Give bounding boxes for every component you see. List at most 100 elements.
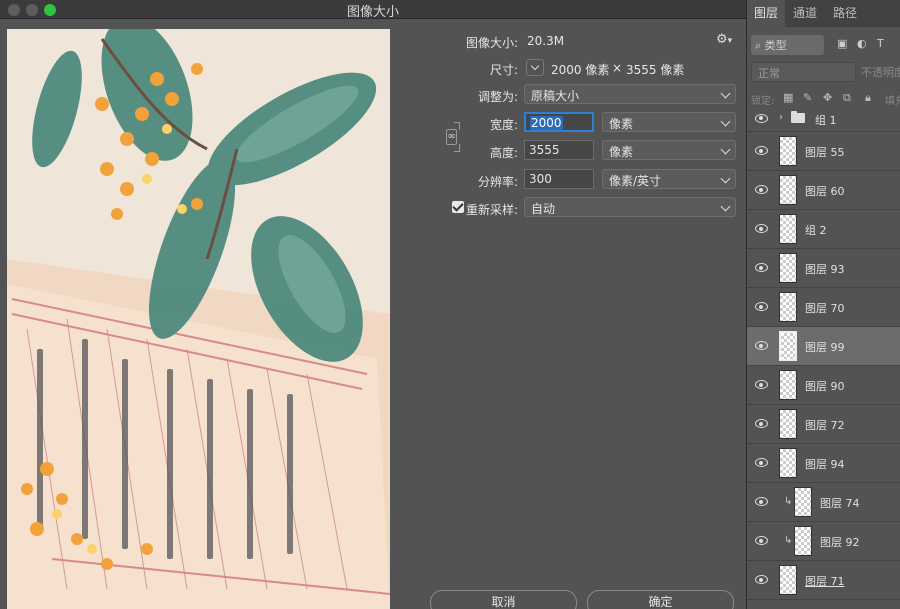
chevron-down-icon [720, 144, 731, 155]
chevron-down-icon [720, 116, 731, 127]
visibility-eye-icon[interactable] [755, 458, 768, 467]
photoshop-window: 图像大小 图像大小: 20.3M ⚙▾ 尺寸: 2000 像素 × 3555 像… [0, 0, 900, 609]
layer-thumbnail [779, 565, 797, 595]
blend-mode-select[interactable]: 正常 [751, 62, 856, 82]
clipping-mask-icon: ↳ [784, 535, 793, 546]
visibility-eye-icon[interactable] [755, 146, 768, 155]
layer-row[interactable]: 图层 94 [747, 444, 900, 483]
tab-channels[interactable]: 通道 [785, 0, 825, 27]
layer-name: 图层 99 [805, 341, 845, 354]
layer-name: 图层 94 [805, 458, 845, 471]
dialog-title: 图像大小 [346, 5, 399, 20]
dimensions-times: × [612, 61, 623, 75]
visibility-eye-icon[interactable] [755, 497, 768, 506]
visibility-eye-icon[interactable] [755, 575, 768, 584]
layer-name: 图层 71 [805, 575, 845, 588]
layer-row[interactable]: 图层 90 [747, 366, 900, 405]
lock-label: 锁定: [751, 96, 775, 107]
layer-thumbnail [779, 136, 797, 166]
fit-to-value: 原稿大小 [531, 89, 580, 103]
layer-row[interactable]: 图层 70 [747, 288, 900, 327]
visibility-eye-icon[interactable] [755, 302, 768, 311]
image-preview[interactable] [7, 29, 390, 609]
visibility-eye-icon[interactable] [755, 341, 768, 350]
dimensions-width-value: 2000 像素 [551, 63, 610, 77]
layer-row[interactable]: › 组 1 [747, 106, 900, 132]
layer-name: 图层 93 [805, 263, 845, 276]
folder-icon [791, 111, 805, 123]
chevron-right-icon[interactable]: › [779, 112, 783, 123]
layer-name: 组 1 [815, 114, 837, 127]
layer-name: 图层 72 [805, 419, 845, 432]
resolution-unit-select[interactable]: 像素/英寸 [602, 169, 736, 189]
layers-panel: 图层 通道 路径 ⌕ 类型 ▣ ◐ T 正常 不透明度 锁定: ▦ ✎ ✥ ⧉ … [746, 0, 900, 609]
layer-name: 图层 70 [805, 302, 845, 315]
layer-filter-value: 类型 [764, 39, 787, 52]
layer-thumbnail [794, 526, 812, 556]
width-unit-select[interactable]: 像素 [602, 112, 736, 132]
layer-name: 图层 55 [805, 146, 845, 159]
preview-artwork [7, 29, 390, 609]
layer-row[interactable]: 图层 72 [747, 405, 900, 444]
visibility-eye-icon[interactable] [755, 185, 768, 194]
lock-brush-icon[interactable]: ✎ [803, 91, 812, 104]
tab-paths[interactable]: 路径 [825, 0, 865, 27]
layer-thumbnail [779, 448, 797, 478]
height-unit-value: 像素 [609, 145, 634, 159]
layer-row[interactable]: 图层 60 [747, 171, 900, 210]
dimensions-height-value: 3555 像素 [626, 63, 685, 77]
lock-transparency-icon[interactable]: ▦ [783, 91, 793, 104]
layer-row[interactable]: ↳ 图层 92 [747, 522, 900, 561]
layer-thumbnail [779, 370, 797, 400]
type-filter-icon[interactable]: T [877, 37, 884, 50]
layer-thumbnail [779, 175, 797, 205]
search-icon: ⌕ [755, 39, 762, 52]
height-unit-select[interactable]: 像素 [602, 140, 736, 160]
layer-thumbnail [779, 253, 797, 283]
layer-row-selected[interactable]: 图层 99 [747, 327, 900, 366]
width-input[interactable]: 2000 [524, 112, 594, 132]
layer-thumbnail [794, 487, 812, 517]
resample-select[interactable]: 自动 [524, 197, 736, 217]
fill-label: 填充 [885, 96, 900, 107]
layer-row[interactable]: 图层 93 [747, 249, 900, 288]
cancel-button[interactable]: 取消 [430, 590, 577, 609]
ok-button[interactable]: 确定 [587, 590, 734, 609]
layer-list: › 组 1 图层 55 图层 60 组 2 图层 93 图层 70 图层 99 … [747, 106, 900, 600]
fit-to-select[interactable]: 原稿大小 [524, 84, 736, 104]
layer-filter-select[interactable]: ⌕ 类型 [751, 35, 824, 55]
adjustment-filter-icon[interactable]: ◐ [857, 37, 867, 50]
image-filter-icon[interactable]: ▣ [837, 37, 847, 50]
visibility-eye-icon[interactable] [755, 224, 768, 233]
layer-row[interactable]: 组 2 [747, 210, 900, 249]
chevron-down-icon [720, 88, 731, 99]
dimensions-label: 尺寸: [489, 63, 518, 77]
height-input[interactable]: 3555 [524, 140, 594, 160]
resample-value: 自动 [531, 202, 556, 216]
chevron-down-icon [720, 201, 731, 212]
dimensions-unit-dropdown[interactable] [526, 59, 544, 76]
visibility-eye-icon[interactable] [755, 113, 768, 123]
layer-row[interactable]: ↳ 图层 74 [747, 483, 900, 522]
layer-thumbnail [779, 214, 797, 244]
visibility-eye-icon[interactable] [755, 536, 768, 545]
layer-row[interactable]: 图层 55 [747, 132, 900, 171]
resolution-input[interactable]: 300 [524, 169, 594, 189]
panel-tabs: 图层 通道 路径 [747, 0, 900, 27]
gear-icon[interactable]: ⚙▾ [716, 32, 732, 47]
title-bar: 图像大小 [0, 0, 746, 20]
tab-layers[interactable]: 图层 [747, 0, 785, 27]
image-size-dialog: 图像大小 图像大小: 20.3M ⚙▾ 尺寸: 2000 像素 × 3555 像… [0, 0, 746, 609]
opacity-label: 不透明度 [861, 66, 900, 79]
layer-name: 图层 60 [805, 185, 845, 198]
visibility-eye-icon[interactable] [755, 380, 768, 389]
layer-row[interactable]: 图层 71 [747, 561, 900, 600]
lock-artboard-icon[interactable]: ⧉ [843, 91, 851, 105]
lock-all-icon[interactable]: 🔒︎ [865, 91, 871, 105]
visibility-eye-icon[interactable] [755, 263, 768, 272]
image-size-value: 20.3M [527, 34, 565, 48]
resolution-unit-value: 像素/英寸 [609, 174, 662, 188]
visibility-eye-icon[interactable] [755, 419, 768, 428]
lock-position-icon[interactable]: ✥ [823, 91, 832, 104]
width-value: 2000 [530, 116, 563, 130]
